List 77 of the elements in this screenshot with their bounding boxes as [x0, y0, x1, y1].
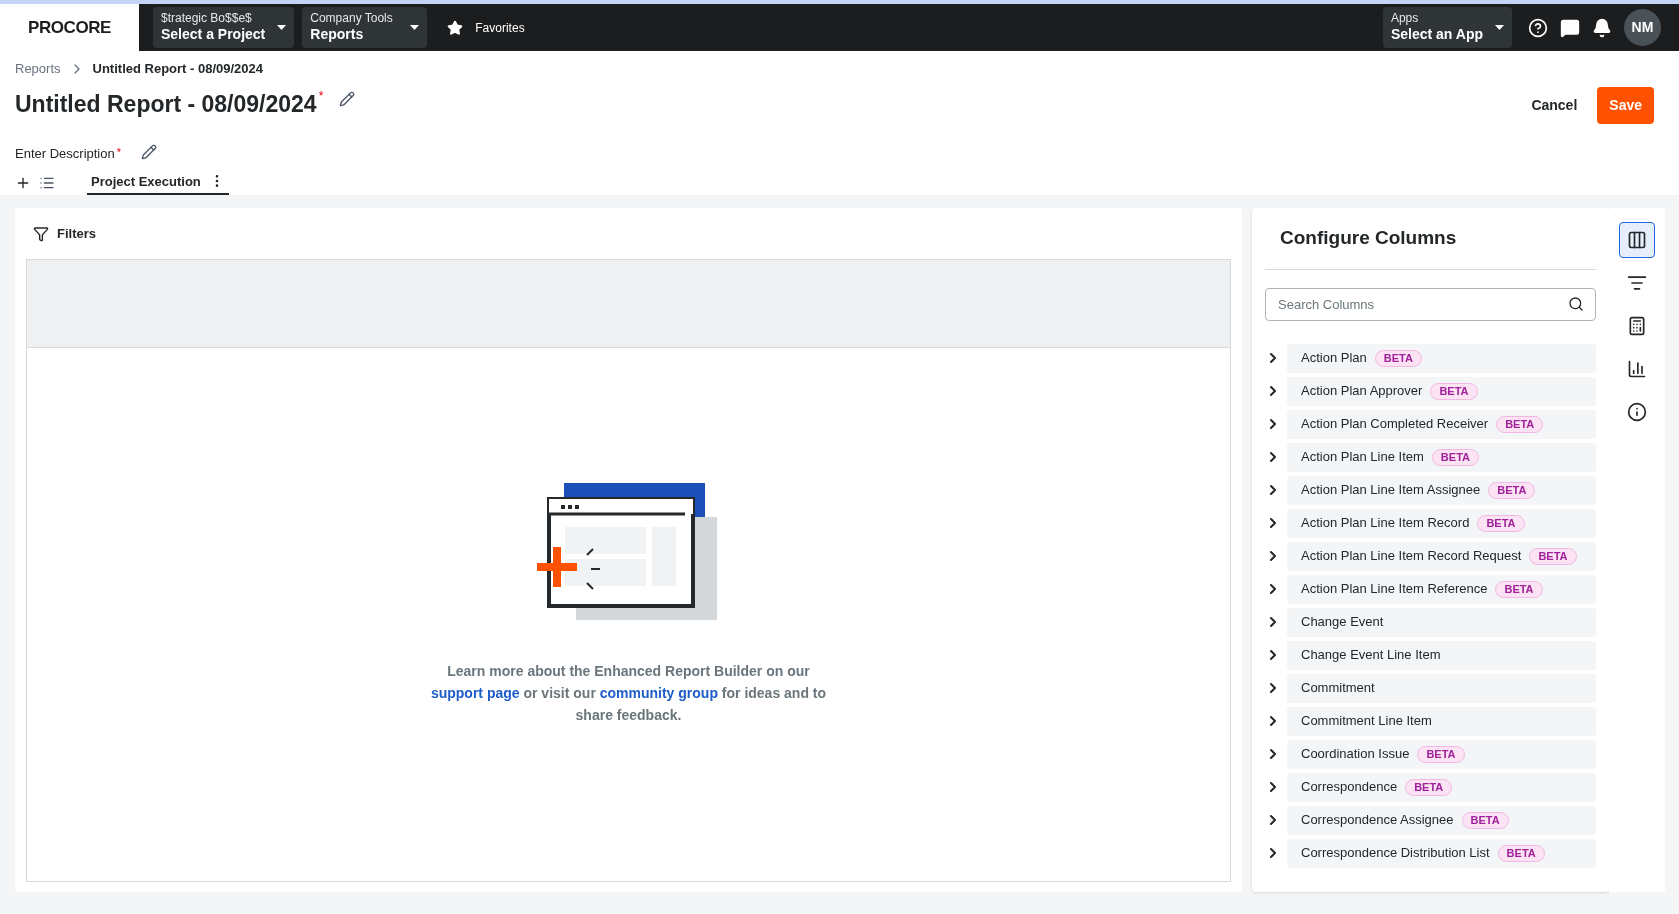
column-name: Action Plan Line Item Assignee: [1301, 481, 1481, 500]
caret-icon: [410, 25, 420, 30]
column-item[interactable]: Commitment: [1287, 673, 1596, 703]
help-text: Learn more about the Enhanced Report Builder on our support page or visit our community group for ideas and to share feedback.: [429, 662, 828, 725]
bell-icon[interactable]: [1592, 17, 1612, 38]
column-name: Action Plan Line Item Record: [1301, 514, 1470, 533]
column-name: Action Plan Completed Receiver: [1301, 415, 1489, 434]
breadcrumb-current: Untitled Report - 08/09/2024: [92, 60, 264, 78]
beta-tag: BETA: [1417, 745, 1465, 763]
search-icon[interactable]: [1568, 295, 1584, 312]
favorites-button[interactable]: Favorites: [443, 18, 529, 37]
edit-icon[interactable]: [141, 143, 157, 160]
beta-tag: BETA: [1529, 547, 1577, 565]
column-name: Correspondence Distribution List: [1301, 844, 1490, 863]
column-name: Action Plan: [1301, 349, 1367, 368]
column-name: Commitment Line Item: [1301, 712, 1432, 731]
column-item[interactable]: Correspondence Distribution List BETA: [1287, 838, 1596, 868]
column-name: Action Plan Line Item: [1301, 448, 1424, 467]
column-name: Action Plan Line Item Reference: [1301, 580, 1488, 599]
column-name: Change Event Line Item: [1301, 646, 1441, 665]
beta-tag: BETA: [1488, 481, 1536, 499]
column-item[interactable]: Correspondence BETA: [1287, 772, 1596, 802]
star-icon: [447, 19, 464, 36]
chat-icon[interactable]: [1560, 17, 1580, 38]
column-item[interactable]: Action Plan Completed Receiver BETA: [1287, 409, 1596, 439]
column-name: Correspondence: [1301, 778, 1398, 797]
link[interactable]: community group: [599, 685, 718, 701]
required-mark: *: [318, 87, 324, 105]
beta-tag: BETA: [1374, 349, 1422, 367]
column-item[interactable]: Action Plan Line Item Reference BETA: [1287, 574, 1596, 604]
beta-tag: BETA: [1497, 844, 1545, 862]
dropdown[interactable]: Apps Select an App: [1382, 7, 1512, 48]
column-item[interactable]: Coordination Issue BETA: [1287, 739, 1596, 769]
dropdown[interactable]: Company Tools Reports: [302, 7, 428, 48]
filters-button[interactable]: Filters: [26, 208, 1231, 259]
edit-icon[interactable]: [339, 90, 356, 107]
column-name: Action Plan Approver: [1301, 382, 1423, 401]
column-name: Correspondence Assignee: [1301, 811, 1454, 830]
column-item[interactable]: Commitment Line Item: [1287, 706, 1596, 736]
list-icon[interactable]: [39, 175, 55, 191]
beta-tag: BETA: [1477, 514, 1525, 532]
column-name: Change Event: [1301, 613, 1384, 632]
column-item[interactable]: Correspondence Assignee BETA: [1287, 805, 1596, 835]
report-title: Untitled Report - 08/09/2024: [15, 89, 317, 119]
avatar[interactable]: NM: [1624, 9, 1661, 46]
column-name: Coordination Issue: [1301, 745, 1410, 764]
beta-tag: BETA: [1430, 382, 1478, 400]
cancel-button[interactable]: Cancel: [1519, 86, 1590, 124]
beta-tag: BETA: [1495, 580, 1543, 598]
add-icon[interactable]: [15, 175, 31, 191]
caret-icon: [277, 25, 287, 30]
filter-icon: [33, 225, 49, 242]
panel-title: Configure Columns: [1265, 224, 1596, 270]
beta-tag: BETA: [1431, 448, 1479, 466]
column-name: Commitment: [1301, 679, 1375, 698]
column-item[interactable]: Action Plan Line Item BETA: [1287, 442, 1596, 472]
column-item[interactable]: Action Plan Approver BETA: [1287, 376, 1596, 406]
column-item[interactable]: Action Plan BETA: [1287, 343, 1596, 373]
columns-icon[interactable]: [1619, 222, 1655, 258]
link[interactable]: support page: [430, 685, 520, 701]
dropdown[interactable]: $trategic Bo$$e$ Select a Project: [153, 7, 295, 48]
tab[interactable]: Project Execution: [87, 171, 229, 195]
breadcrumb-link[interactable]: Reports: [15, 59, 61, 79]
column-item[interactable]: Change Event Line Item: [1287, 640, 1596, 670]
column-item[interactable]: Change Event: [1287, 607, 1596, 637]
help-icon[interactable]: [1528, 17, 1548, 38]
required-mark: *: [116, 144, 121, 160]
column-name: Action Plan Line Item Record Request: [1301, 547, 1522, 566]
beta-tag: BETA: [1461, 811, 1509, 829]
description-label: Enter Description: [15, 144, 115, 163]
search-field[interactable]: Search Columns: [1265, 287, 1596, 321]
column-item[interactable]: Action Plan Line Item Record BETA: [1287, 508, 1596, 538]
column-item[interactable]: Action Plan Line Item Record Request BETA: [1287, 541, 1596, 571]
beta-tag: BETA: [1405, 778, 1453, 796]
caret-icon: [1495, 25, 1504, 30]
column-item[interactable]: Action Plan Line Item Assignee BETA: [1287, 475, 1596, 505]
beta-tag: BETA: [1496, 415, 1544, 433]
